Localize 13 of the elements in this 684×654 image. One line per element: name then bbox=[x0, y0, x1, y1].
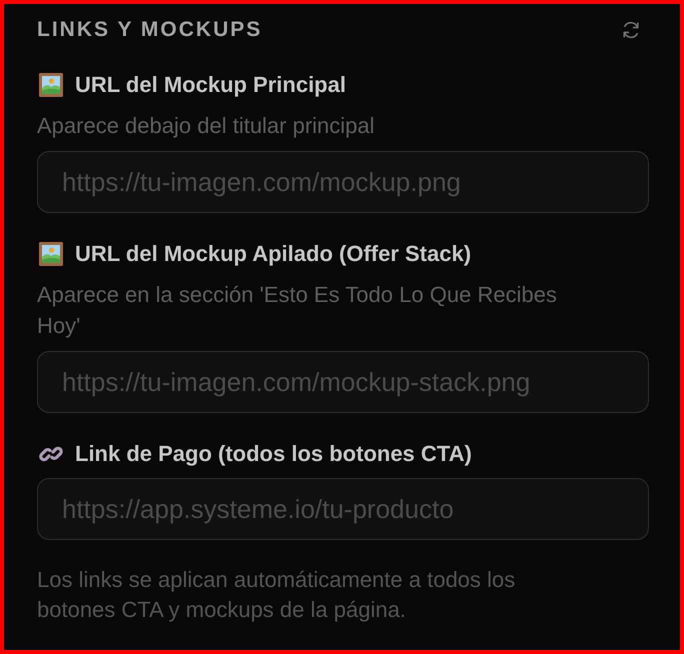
field-label: URL del Mockup Principal bbox=[75, 71, 346, 99]
refresh-icon[interactable] bbox=[621, 20, 641, 40]
url-input-field[interactable]: https://app.systeme.io/tu-producto bbox=[37, 478, 649, 540]
framed-picture-icon bbox=[39, 73, 63, 97]
footer-note: Los links se aplican automáticamente a todos los botones CTA y mockups de la página. bbox=[37, 566, 516, 624]
url-input-field[interactable]: https://tu-imagen.com/mockup-stack.png bbox=[37, 351, 649, 413]
url-input-field[interactable]: https://tu-imagen.com/mockup.png bbox=[37, 151, 649, 213]
field-hint: Aparece debajo del titular principal bbox=[37, 112, 376, 140]
field-hint: Aparece en la sección 'Esto Es Todo Lo Que Recibes Hoy' bbox=[37, 281, 558, 340]
field-label: URL del Mockup Apilado (Offer Stack) bbox=[75, 240, 472, 268]
section-title: LINKS Y MOCKUPS bbox=[37, 17, 262, 43]
field-label: Link de Pago (todos los botones CTA) bbox=[75, 440, 472, 468]
framed-picture-icon bbox=[39, 242, 63, 266]
